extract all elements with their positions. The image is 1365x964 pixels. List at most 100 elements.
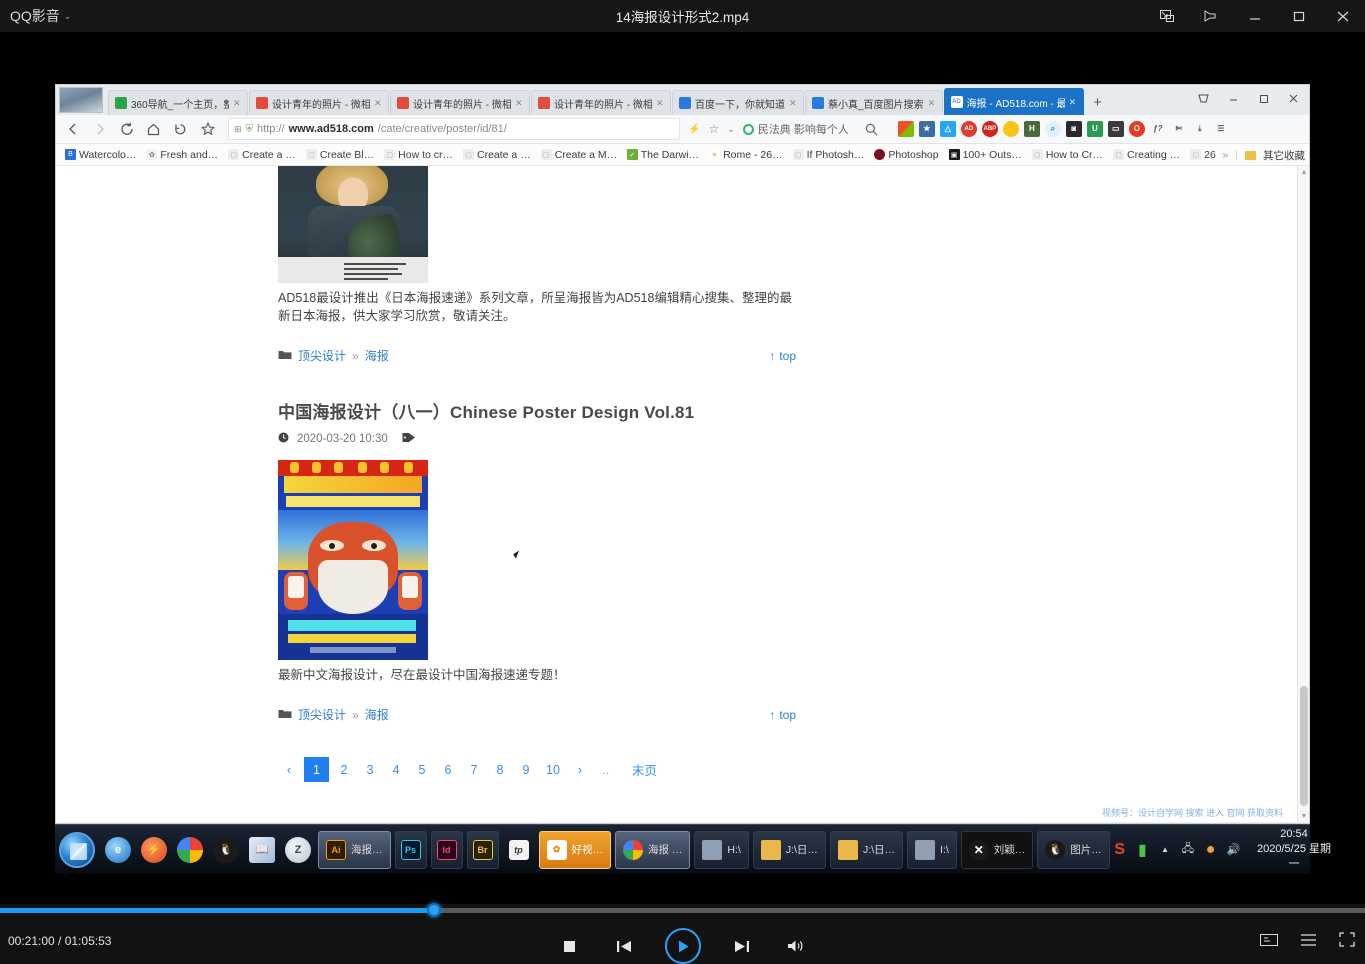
close-icon[interactable]	[1321, 0, 1365, 32]
search-magnifier-icon[interactable]: ⌕	[1045, 121, 1061, 137]
pagination-page-7[interactable]: 7	[463, 759, 485, 781]
bookmark-item[interactable]: Photoshop	[869, 149, 943, 161]
fullscreen-icon[interactable]	[1339, 932, 1355, 952]
pagination-page-4[interactable]: 4	[385, 759, 407, 781]
cloud-drive-icon[interactable]: △	[940, 121, 956, 137]
app-menu-button[interactable]: QQ影音 ⌄	[10, 6, 71, 26]
page-info-icon[interactable]: ⊞	[234, 124, 242, 135]
restore-down-icon[interactable]	[1189, 87, 1217, 111]
bookmark-item[interactable]: ▢Create a …	[223, 149, 301, 161]
back-to-top-link[interactable]: ↑ top	[769, 708, 796, 722]
start-button[interactable]	[59, 832, 95, 868]
minimize-icon[interactable]	[1233, 0, 1277, 32]
back-button[interactable]	[60, 117, 85, 142]
bookmark-item[interactable]: ✿Fresh and…	[141, 149, 223, 161]
pagination-page-6[interactable]: 6	[437, 759, 459, 781]
taskbar-task-drive-h[interactable]: H:\	[694, 831, 748, 869]
bookmark-item[interactable]: ▢Create a M…	[536, 149, 622, 161]
bookmark-item[interactable]: ✳Rome - 26…	[704, 149, 788, 161]
pagination-page-8[interactable]: 8	[489, 759, 511, 781]
chevron-down-icon[interactable]: ⌄	[727, 124, 735, 135]
bookmark-item[interactable]: BWatercolo…	[60, 149, 141, 161]
browser-tab-1[interactable]: 360导航_一个主页，整个… ✕	[108, 90, 248, 115]
taskbar-task-photoshop[interactable]: Ps	[395, 831, 427, 869]
menu-hamburger-icon[interactable]: ☰	[1213, 121, 1229, 137]
taskbar-icon-ie-browser[interactable]: e	[101, 831, 135, 869]
pagination-last-page[interactable]: 末页	[627, 759, 662, 781]
stop-ad-icon[interactable]: AD	[961, 121, 977, 137]
category-leaf-link[interactable]: 海报	[365, 706, 389, 723]
reload-button[interactable]	[114, 117, 139, 142]
previous-button[interactable]	[611, 933, 637, 959]
sogou-input-icon[interactable]: S	[1112, 842, 1128, 858]
shield-guard-icon[interactable]: U	[1087, 121, 1103, 137]
tab-close-icon[interactable]: ✕	[1069, 97, 1079, 108]
screenshot-icon[interactable]	[1260, 932, 1278, 952]
picture-in-picture-icon[interactable]	[1145, 0, 1189, 32]
taskbar-task-bridge[interactable]: Br	[467, 831, 499, 869]
pagination-next[interactable]: ›	[569, 759, 591, 781]
tab-close-icon[interactable]: ✕	[515, 98, 525, 109]
cast-pointer-icon[interactable]	[1189, 0, 1233, 32]
hot-search-suggestion[interactable]: 民法典 影响每个人	[743, 121, 849, 137]
tab-close-icon[interactable]: ✕	[789, 98, 799, 109]
tab-close-icon[interactable]: ✕	[656, 98, 666, 109]
pagination-page-1[interactable]: 1	[304, 757, 329, 782]
playlist-icon[interactable]	[1300, 933, 1317, 952]
windows-store-icon[interactable]	[898, 121, 914, 137]
bookmark-item[interactable]: ▢Create Bl…	[301, 149, 379, 161]
minimize-icon[interactable]	[1219, 87, 1247, 111]
browser-tab-4[interactable]: 设计青年的照片 - 微相册 ✕	[531, 90, 671, 115]
bookmark-item[interactable]: ▢How to Cr…	[1027, 149, 1108, 161]
pagination-page-5[interactable]: 5	[411, 759, 433, 781]
helper-h-icon[interactable]: H	[1024, 121, 1040, 137]
taskbar-icon-zip-tool[interactable]: Z	[281, 831, 315, 869]
history-button[interactable]	[168, 117, 193, 142]
taskbar-task-browser-poster[interactable]: 海报 …	[615, 831, 690, 869]
browser-tab-2[interactable]: 设计青年的照片 - 微相册 ✕	[249, 90, 389, 115]
download-arrow-icon[interactable]: ⤓	[1192, 121, 1208, 137]
category-root-link[interactable]: 顶尖设计	[298, 706, 346, 723]
bookmark-star-icon[interactable]: ☆	[708, 122, 719, 136]
browser-tab-5[interactable]: 百度一下，你就知道 ✕	[672, 90, 804, 115]
browser-tab-6[interactable]: 蔡小真_百度图片搜索 ✕	[805, 90, 943, 115]
bookmark-item[interactable]: ✓The Darwi…	[622, 149, 704, 161]
taskbar-task-liuying[interactable]: ✕ 刘颖…	[961, 831, 1034, 869]
video-recorder-icon[interactable]: ▭	[1108, 121, 1124, 137]
back-to-top-link[interactable]: ↑ top	[769, 349, 796, 363]
category-root-link[interactable]: 顶尖设计	[298, 347, 346, 364]
progress-handle[interactable]	[427, 903, 441, 917]
pagination-page-2[interactable]: 2	[333, 759, 355, 781]
volume-button[interactable]	[783, 933, 809, 959]
taskbar-task-folder-j1[interactable]: J:\日…	[753, 831, 826, 869]
post-thumbnail-image[interactable]	[278, 166, 428, 283]
page-scrollbar[interactable]: ▲ ▼	[1297, 166, 1309, 822]
maximize-icon[interactable]	[1277, 0, 1321, 32]
taskbar-task-illustrator[interactable]: Ai 海报…	[318, 831, 391, 869]
next-button[interactable]	[729, 933, 755, 959]
tab-close-icon[interactable]: ✕	[374, 98, 384, 109]
show-hidden-icons-arrow[interactable]: ▲	[1157, 842, 1173, 858]
tab-close-icon[interactable]: ✕	[233, 98, 243, 109]
tab-close-icon[interactable]: ✕	[928, 98, 938, 109]
address-bar[interactable]: ⊞ ⛨ http:// www.ad518.com /cate/creative…	[228, 118, 680, 140]
other-bookmarks-label[interactable]: 其它收藏	[1263, 148, 1305, 163]
taskbar-icon-chrome-browser[interactable]	[173, 831, 207, 869]
bookmarks-overflow-button[interactable]: »	[1222, 149, 1228, 161]
function-icon[interactable]: ƒ?	[1150, 121, 1166, 137]
bookmark-star-extension-icon[interactable]: ★	[919, 121, 935, 137]
progress-bar[interactable]	[0, 904, 1365, 916]
play-button[interactable]	[665, 928, 701, 964]
scrollbar-thumb[interactable]	[1300, 686, 1308, 806]
taskbar-task-tp-document[interactable]: tp	[503, 831, 535, 869]
taskbar-task-folder-j2[interactable]: J:\日…	[830, 831, 903, 869]
stop-button[interactable]	[557, 933, 583, 959]
taskbar-task-indesign[interactable]: Id	[431, 831, 463, 869]
block-ad-icon[interactable]: ABP	[982, 121, 998, 137]
browser-tab-3[interactable]: 设计青年的照片 - 微相册 ✕	[390, 90, 530, 115]
new-tab-button[interactable]: +	[1085, 90, 1111, 115]
bookmark-item[interactable]: ▢Create a …	[458, 149, 536, 161]
opera-o-icon[interactable]: O	[1129, 121, 1145, 137]
pagination-page-3[interactable]: 3	[359, 759, 381, 781]
pagination-page-10[interactable]: 10	[541, 759, 565, 781]
